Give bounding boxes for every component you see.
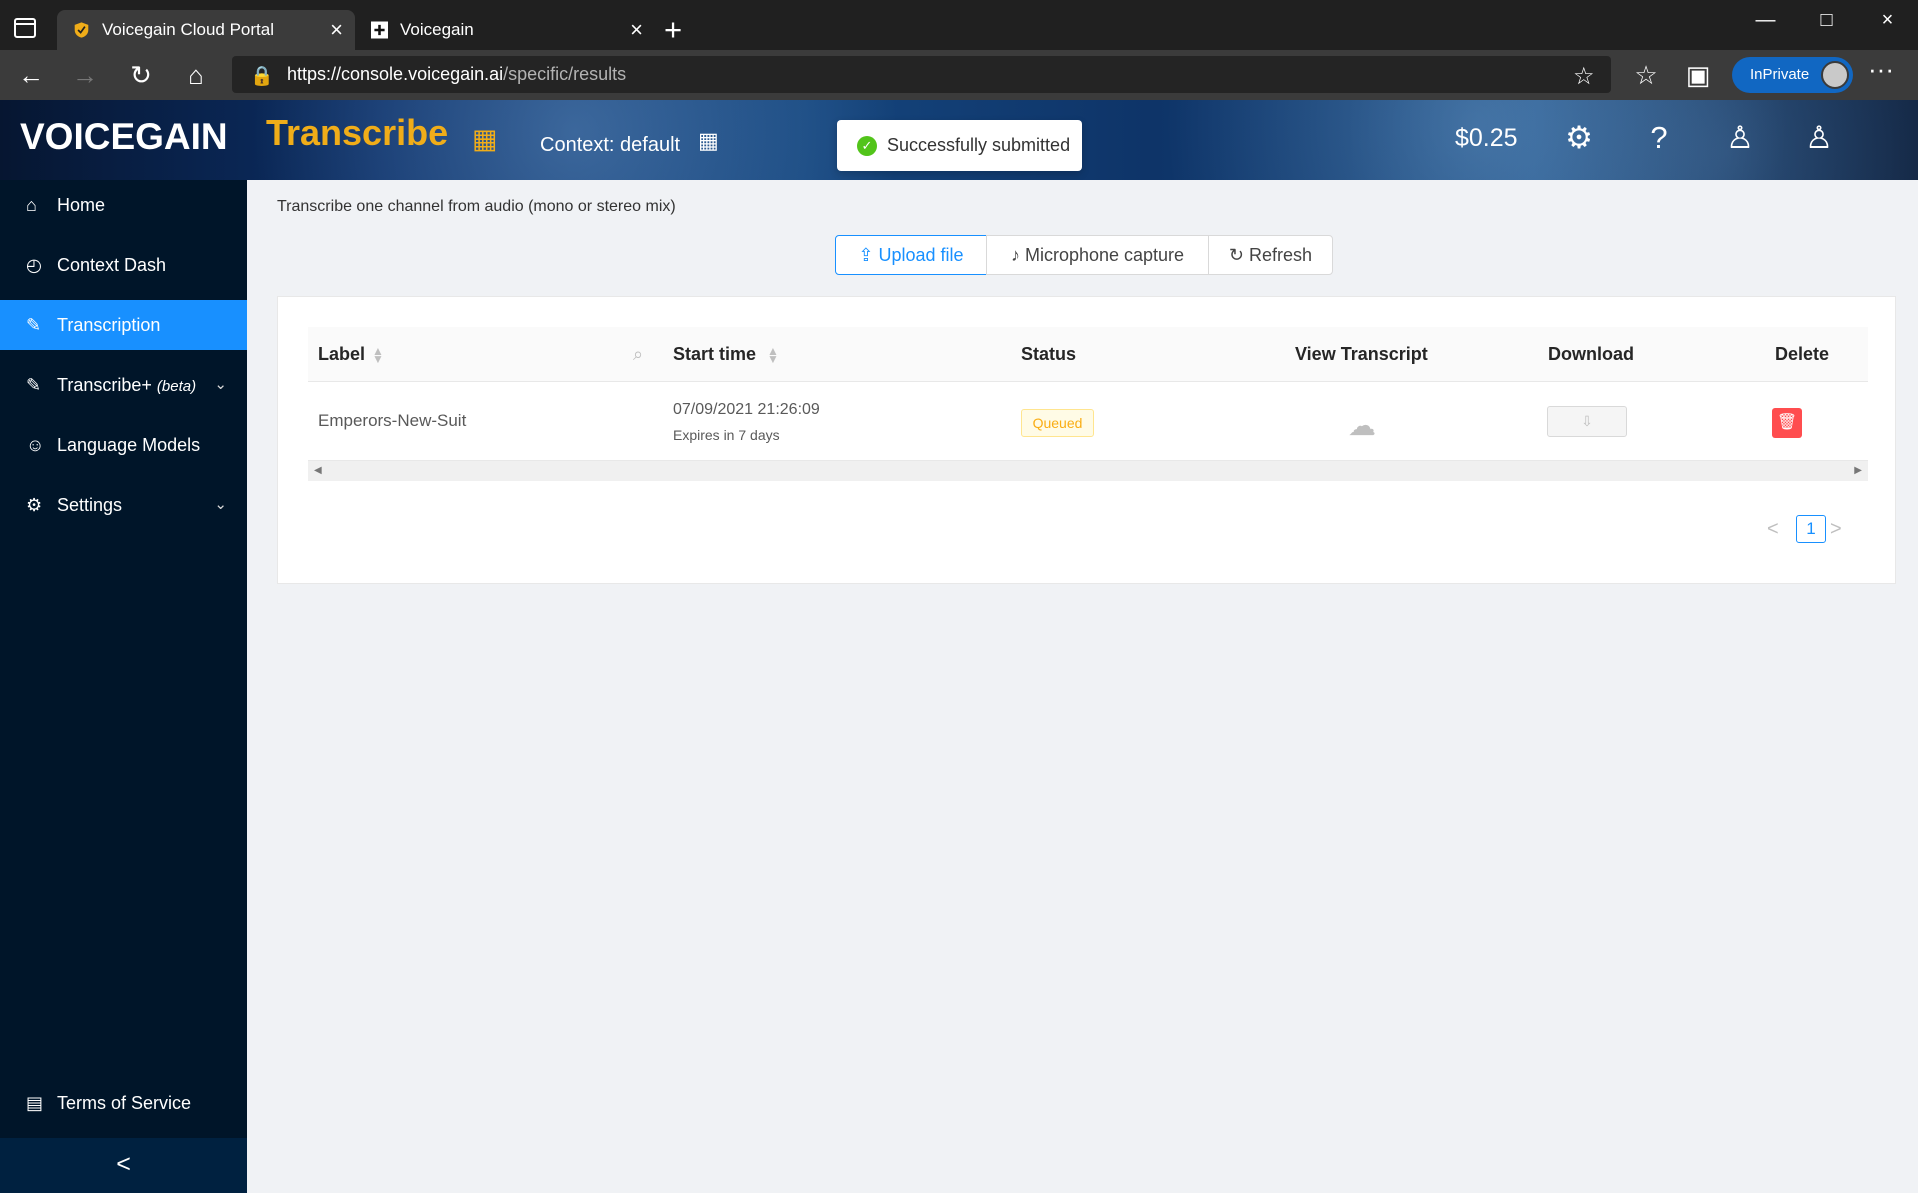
maximize-icon[interactable]: □ bbox=[1796, 0, 1857, 40]
upload-icon: ⇪ bbox=[858, 245, 874, 265]
scroll-left-icon[interactable]: ◀ bbox=[314, 461, 322, 481]
document-icon: ▤ bbox=[26, 1093, 44, 1113]
sidebar-item-home[interactable]: ⌂ Home bbox=[0, 180, 247, 230]
sidebar: ⌂ Home ◴ Context Dash ✎ Transcription ✎ Tran… bbox=[0, 180, 247, 1193]
url-text: https://console.voicegain.ai/specific/re… bbox=[287, 64, 627, 84]
inactive-browser-tab[interactable]: Voicegain × bbox=[355, 10, 655, 50]
help-icon[interactable]: ? bbox=[1637, 116, 1681, 160]
reload-icon[interactable]: ↻ bbox=[123, 57, 159, 93]
edit-icon: ✎ bbox=[26, 375, 42, 395]
product-grid-icon: ▦ bbox=[472, 124, 498, 154]
table-horizontal-scrollbar[interactable]: ◀ ▶ bbox=[308, 461, 1868, 481]
sidebar-item-language-models[interactable]: ☺ Language Models bbox=[0, 420, 247, 470]
transcribe-product-title: Transcribe bbox=[266, 112, 449, 153]
status-badge: Queued bbox=[1021, 409, 1094, 437]
profile-avatar-icon bbox=[1821, 61, 1849, 89]
start-time-column-header[interactable]: Start time bbox=[673, 327, 756, 382]
sidebar-item-settings[interactable]: ⚙ Settings ⌄ bbox=[0, 480, 247, 530]
toast-message: Successfully submitted bbox=[887, 135, 1071, 155]
transcriptions-table-card: Label ▲ ▼ ⌕ Start time ▲ ▼ Status View Tra… bbox=[277, 296, 1896, 584]
download-column-header: Download bbox=[1548, 344, 1634, 364]
sidebar-item-transcription[interactable]: ✎ Transcription bbox=[0, 300, 247, 350]
chevron-down-icon: ⌄ bbox=[214, 496, 227, 513]
home-icon: ⌂ bbox=[26, 195, 37, 215]
refresh-button[interactable]: ↻ Refresh bbox=[1208, 235, 1333, 275]
new-tab-icon[interactable]: + bbox=[664, 14, 682, 45]
table-header: Label ▲ ▼ ⌕ Start time ▲ ▼ Status View Tra… bbox=[308, 327, 1868, 382]
page-description: Transcribe one channel from audio (mono … bbox=[277, 198, 676, 215]
page-number-button[interactable]: 1 bbox=[1796, 515, 1826, 543]
more-menu-icon[interactable]: ··· bbox=[1868, 54, 1894, 85]
view-transcript-column-header: View Transcript bbox=[1295, 344, 1428, 364]
trash-icon: 🗑 bbox=[1776, 414, 1798, 431]
upload-file-button[interactable]: ⇪ Upload file bbox=[835, 235, 987, 275]
close-tab-icon[interactable]: × bbox=[630, 10, 643, 50]
users-icon[interactable]: ♙ bbox=[1718, 116, 1762, 160]
label-column-header[interactable]: Label bbox=[318, 327, 365, 382]
sidebar-item-terms[interactable]: ▤ Terms of Service bbox=[0, 1078, 247, 1128]
start-time-sort-icon[interactable]: ▲ ▼ bbox=[767, 345, 779, 365]
voicegain-shield-icon bbox=[74, 22, 89, 38]
close-window-icon[interactable]: × bbox=[1857, 0, 1918, 40]
transcription-page: Transcribe one channel from audio (mono … bbox=[247, 180, 1918, 1193]
window-controls: — □ × bbox=[1735, 0, 1918, 40]
account-balance: $0.25 bbox=[1455, 124, 1518, 152]
active-browser-tab[interactable]: Voicegain Cloud Portal × bbox=[57, 10, 355, 50]
sidebar-item-context-dash[interactable]: ◴ Context Dash bbox=[0, 240, 247, 290]
minimize-icon[interactable]: — bbox=[1735, 0, 1796, 40]
view-transcript-icon: ☁ bbox=[1348, 410, 1376, 441]
next-page-icon: > bbox=[1830, 518, 1842, 540]
collections-icon[interactable]: ▣ bbox=[1680, 57, 1716, 93]
context-selector[interactable]: Context: default bbox=[540, 134, 680, 157]
check-circle-icon: ✓ bbox=[857, 136, 877, 156]
microphone-icon: ♪ bbox=[1010, 245, 1020, 265]
previous-page-icon: < bbox=[1767, 518, 1779, 540]
favorites-icon[interactable]: ☆ bbox=[1628, 57, 1664, 93]
dashboard-icon: ◴ bbox=[26, 255, 42, 275]
start-time: 07/09/2021 21:26:09 bbox=[673, 401, 820, 418]
tab-actions-icon[interactable] bbox=[14, 18, 36, 38]
success-toast: ✓ Successfully submitted bbox=[837, 120, 1082, 171]
sidebar-item-transcribe-plus[interactable]: ✎ Transcribe+ (beta) ⌄ bbox=[0, 360, 247, 410]
refresh-icon: ↻ bbox=[1228, 245, 1245, 265]
language-model-icon: ☺ bbox=[26, 435, 45, 455]
inprivate-button[interactable]: InPrivate bbox=[1732, 57, 1853, 93]
close-tab-icon[interactable]: × bbox=[330, 10, 343, 50]
download-button: ⇩ bbox=[1547, 406, 1627, 437]
browser-tab-bar: Voicegain Cloud Portal × Voicegain × + —… bbox=[0, 0, 1918, 50]
delete-button[interactable]: 🗑 bbox=[1772, 408, 1802, 438]
back-icon[interactable]: ← bbox=[13, 57, 49, 93]
download-icon: ⇩ bbox=[1581, 413, 1593, 429]
label-sort-icon[interactable]: ▲ ▼ bbox=[372, 345, 384, 365]
home-icon[interactable]: ⌂ bbox=[178, 57, 214, 93]
microphone-capture-button[interactable]: ♪ Microphone capture bbox=[986, 235, 1209, 275]
voicegain-logo: VOICEGAIN bbox=[20, 116, 228, 157]
browser-address-row: ← → ↻ ⌂ 🔒 https://console.voicegain.ai/s… bbox=[0, 50, 1918, 100]
settings-gear-icon: ⚙ bbox=[26, 495, 43, 515]
address-bar[interactable]: 🔒 https://console.voicegain.ai/specific/… bbox=[232, 56, 1611, 93]
voicegain-plus-icon bbox=[371, 21, 388, 39]
label-search-icon[interactable]: ⌕ bbox=[633, 327, 643, 382]
context-grid-icon[interactable]: ▦ bbox=[698, 128, 719, 154]
transcription-label: Emperors-New-Suit bbox=[318, 411, 467, 430]
expiration-text: Expires in 7 days bbox=[673, 427, 780, 443]
scroll-right-icon[interactable]: ▶ bbox=[1854, 461, 1862, 481]
favorite-add-icon[interactable]: ☆ bbox=[1573, 62, 1595, 91]
inactive-tab-title: Voicegain bbox=[400, 20, 474, 39]
edit-icon: ✎ bbox=[26, 315, 42, 335]
collapse-sidebar-button[interactable]: < bbox=[0, 1138, 247, 1193]
status-column-header: Status bbox=[1021, 344, 1077, 364]
transcription-actions: ⇪ Upload file ♪ Microphone capture ↻ Ref… bbox=[835, 235, 1333, 275]
table-row: Emperors-New-Suit 07/09/2021 21:26:09 Ex… bbox=[308, 383, 1868, 461]
inprivate-label: InPrivate bbox=[1750, 66, 1810, 83]
delete-column-header: Delete bbox=[1775, 344, 1830, 364]
forward-icon: → bbox=[72, 60, 98, 90]
settings-gear-icon[interactable]: ⚙ bbox=[1557, 116, 1601, 160]
account-icon[interactable]: ♙ bbox=[1797, 116, 1841, 160]
active-tab-title: Voicegain Cloud Portal bbox=[102, 20, 275, 39]
lock-icon: 🔒 bbox=[250, 66, 274, 87]
voicegain-header: VOICEGAIN Transcribe ▦ Context: default … bbox=[0, 100, 1918, 180]
chevron-down-icon: ⌄ bbox=[214, 376, 227, 393]
